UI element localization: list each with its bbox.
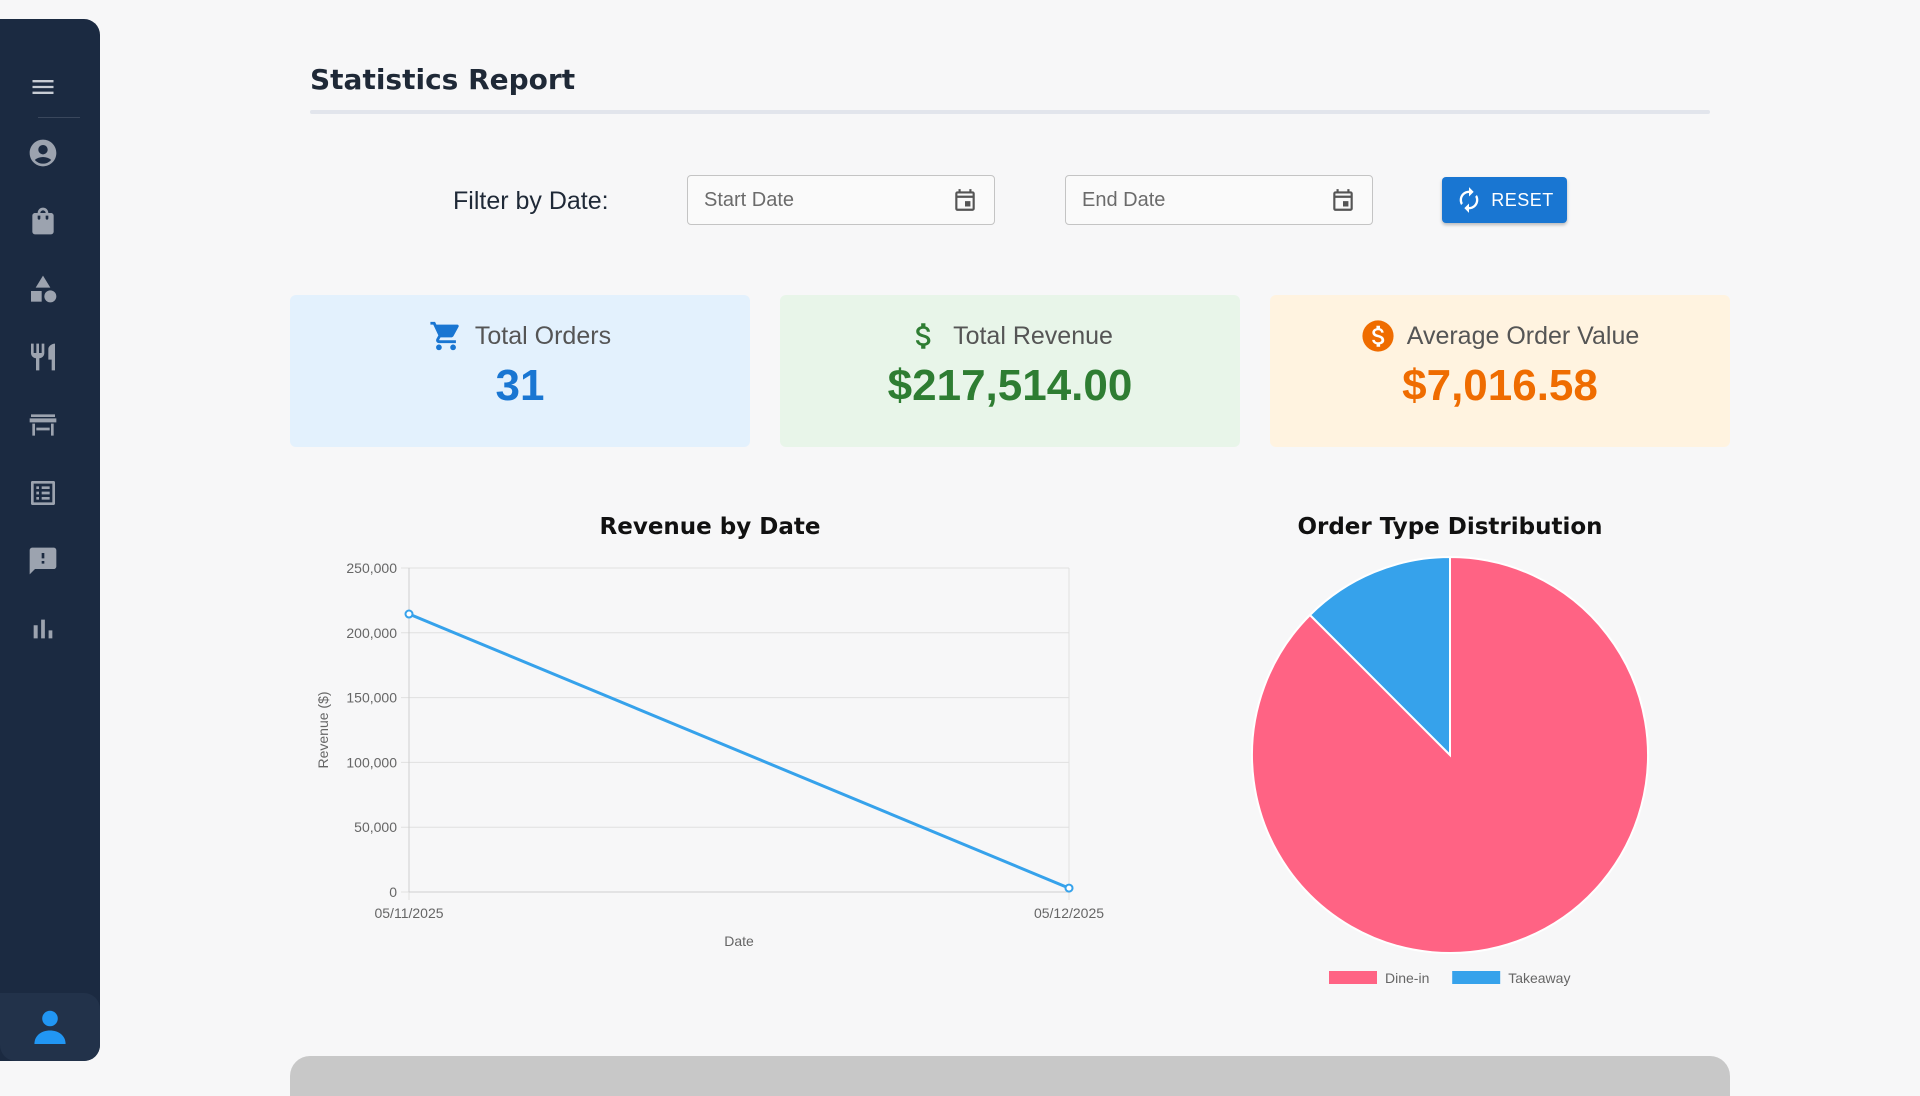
restaurant-icon[interactable]: [26, 340, 60, 374]
y-tick-label: 50,000: [354, 819, 397, 835]
page-title: Statistics Report: [310, 63, 576, 96]
filter-label: Filter by Date:: [453, 187, 609, 215]
line-chart-title: Revenue by Date: [599, 514, 821, 540]
data-point: [404, 609, 414, 619]
shopping-cart-icon: [430, 321, 459, 351]
y-tick-label: 0: [389, 884, 397, 900]
feedback-icon[interactable]: [26, 544, 60, 578]
person-icon: [34, 1010, 66, 1044]
average-order-label: Average Order Value: [1406, 321, 1640, 350]
calendar-icon[interactable]: [1330, 187, 1356, 213]
list-alt-icon[interactable]: [26, 476, 60, 510]
dollar-icon: [916, 323, 931, 349]
pie-chart-title: Order Type Distribution: [1297, 514, 1603, 540]
start-date-input[interactable]: [704, 188, 952, 212]
legend-label: Dine-in: [1385, 970, 1429, 986]
start-date-field[interactable]: [687, 175, 995, 225]
data-point: [1064, 883, 1074, 893]
menu-icon[interactable]: [26, 70, 60, 104]
average-order-card: Average Order Value $7,016.58: [1270, 295, 1730, 447]
sidebar: [0, 19, 100, 1061]
x-tick-label: 05/11/2025: [374, 905, 443, 921]
total-orders-value: 31: [495, 361, 545, 410]
total-revenue-label: Total Revenue: [953, 321, 1113, 350]
x-axis-title: Date: [724, 933, 754, 949]
dollar-circle-icon: [1362, 320, 1394, 352]
y-tick-label: 100,000: [346, 754, 397, 770]
reset-button[interactable]: RESET: [1442, 177, 1567, 223]
bar-chart-icon[interactable]: [26, 612, 60, 646]
title-divider: [310, 110, 1710, 114]
refresh-icon: [1459, 187, 1479, 213]
average-order-value: $7,016.58: [1402, 361, 1598, 410]
shopping-bag-icon[interactable]: [26, 204, 60, 238]
account-circle-icon[interactable]: [26, 136, 60, 170]
sidebar-divider: [38, 117, 80, 118]
total-revenue-value: $217,514.00: [887, 361, 1133, 410]
total-orders-label: Total Orders: [474, 321, 612, 350]
y-tick-label: 150,000: [346, 690, 397, 706]
table-icon[interactable]: [26, 408, 60, 442]
calendar-icon[interactable]: [952, 187, 978, 213]
y-tick-label: 250,000: [346, 560, 397, 576]
series-line: [408, 612, 1070, 890]
order-type-pie-chart: Dine-in Takeaway: [1251, 555, 1649, 986]
user-profile-button[interactable]: [0, 993, 100, 1061]
end-date-input[interactable]: [1082, 188, 1330, 212]
total-revenue-card: Total Revenue $217,514.00: [780, 295, 1240, 447]
y-tick-label: 200,000: [346, 625, 397, 641]
legend-swatch: [1452, 971, 1501, 984]
end-date-field[interactable]: [1065, 175, 1373, 225]
legend-label: Takeaway: [1508, 970, 1570, 986]
category-shapes-icon[interactable]: [26, 272, 60, 306]
reset-label: RESET: [1491, 189, 1554, 210]
revenue-line-chart: 0 50,000 100,000 150,000 200,000 250,000 05/11…: [315, 560, 1104, 949]
x-tick-label: 05/12/2025: [1034, 905, 1104, 921]
total-orders-card: Total Orders 31: [290, 295, 750, 447]
y-axis-title: Revenue ($): [315, 691, 331, 768]
legend-swatch: [1329, 971, 1377, 984]
bottom-panel: [290, 1056, 1730, 1096]
